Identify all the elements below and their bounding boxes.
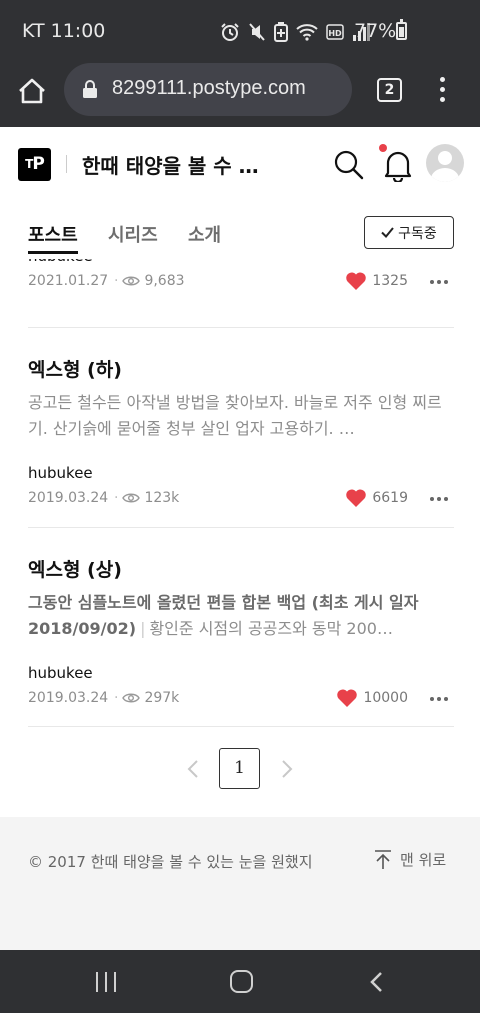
- post-date: 2019.03.24: [28, 690, 109, 706]
- status-time: KT 11:00: [22, 20, 106, 42]
- battery-icon: [396, 19, 407, 40]
- bell-icon[interactable]: [382, 148, 414, 182]
- home-icon[interactable]: [17, 77, 47, 105]
- tab-switcher-button[interactable]: 2: [377, 78, 402, 102]
- post-date: 2021.01.27: [28, 273, 109, 289]
- excerpt-text: 황인준 시점의 공공즈와 동막 200…: [149, 619, 393, 638]
- header-divider: [66, 155, 67, 173]
- mute-icon: [249, 23, 265, 41]
- copyright-text: © 2017 한때 태양을 볼 수 있는 눈을 원했지: [28, 853, 313, 871]
- address-bar[interactable]: 8299111.postype.com: [64, 63, 352, 116]
- post-views: · 123k: [114, 490, 180, 506]
- post-excerpt[interactable]: 그동안 심플노트에 올렸던 편들 합본 백업 (최초 게시 일자 2018/09…: [28, 590, 454, 642]
- url-text: 8299111.postype.com: [112, 77, 306, 99]
- post-author[interactable]: hubukee: [28, 664, 454, 682]
- back-to-top-button[interactable]: 맨 위로: [374, 849, 446, 870]
- post-date: 2019.03.24: [28, 490, 109, 506]
- post-views: · 9,683: [114, 273, 185, 289]
- post-title[interactable]: 엑스형 (상): [28, 555, 454, 582]
- postype-logo[interactable]: TP: [18, 148, 51, 181]
- footer: © 2017 한때 태양을 볼 수 있는 눈을 원했지 맨 위로: [0, 817, 480, 950]
- likes-value: 6619: [372, 490, 408, 506]
- tab-series[interactable]: 시리즈: [108, 221, 158, 247]
- post-divider: [28, 327, 454, 328]
- arrow-up-icon: [375, 849, 391, 869]
- alarm-icon: [221, 23, 239, 41]
- eye-icon: [122, 276, 141, 286]
- pagination: 1: [0, 748, 480, 790]
- like-count[interactable]: 6619: [345, 488, 408, 508]
- like-count[interactable]: 10000: [336, 688, 408, 708]
- logo-letter: P: [32, 154, 45, 174]
- heart-icon: [337, 689, 358, 707]
- hd-voice-icon: HD: [326, 24, 344, 40]
- more-options-icon[interactable]: [430, 271, 450, 291]
- post-item[interactable]: hubukee 2021.01.27 · 9,683 1325: [28, 259, 454, 293]
- wifi-icon: [296, 24, 318, 41]
- tab-posts[interactable]: 포스트: [28, 221, 78, 254]
- search-icon[interactable]: [334, 150, 364, 180]
- subscribe-label: 구독중: [398, 225, 437, 242]
- check-icon: [381, 227, 394, 238]
- subscribe-button[interactable]: 구독중: [364, 216, 454, 249]
- views-count: 297k: [144, 690, 180, 706]
- recent-apps-icon[interactable]: [96, 972, 118, 992]
- blog-tabs: 포스트 시리즈 소개 구독중: [0, 207, 480, 259]
- post-divider: [28, 726, 454, 727]
- page-number-current[interactable]: 1: [219, 748, 260, 789]
- post-meta: 2019.03.24 · 123k 6619: [28, 488, 454, 510]
- views-count: 9,683: [144, 273, 185, 289]
- system-nav-bar: [0, 950, 480, 1013]
- post-excerpt[interactable]: 공고든 철수든 아작낼 방법을 찾아보자. 바늘로 저주 인형 찌르기. 산기슭…: [28, 390, 454, 442]
- excerpt-separator: |: [140, 619, 146, 638]
- browser-chrome: KT 11:00 HD 77% 8299111.postype.com 2: [0, 0, 480, 127]
- home-button-icon[interactable]: [230, 970, 253, 993]
- post-author[interactable]: hubukee: [28, 464, 454, 482]
- post-item[interactable]: 엑스형 (상) 그동안 심플노트에 올렸던 편들 합본 백업 (최초 게시 일자…: [28, 555, 454, 710]
- status-bar: KT 11:00 HD 77%: [0, 0, 480, 62]
- chevron-right-icon[interactable]: [280, 759, 294, 779]
- post-author[interactable]: hubukee: [28, 259, 454, 265]
- post-title[interactable]: 엑스형 (하): [28, 355, 454, 382]
- back-to-top-label: 맨 위로: [400, 851, 447, 869]
- avatar[interactable]: [426, 144, 464, 182]
- battery-percent: 77%: [354, 20, 397, 42]
- more-options-icon[interactable]: [430, 488, 450, 508]
- battery-saver-icon: [274, 22, 288, 42]
- lock-icon: [83, 80, 97, 98]
- post-views: · 297k: [114, 690, 180, 706]
- heart-icon: [346, 489, 367, 507]
- views-count: 123k: [144, 490, 180, 506]
- likes-value: 10000: [363, 690, 408, 706]
- like-count[interactable]: 1325: [345, 271, 408, 291]
- blog-header: TP 한때 태양을 볼 수 …: [0, 127, 480, 207]
- heart-icon: [346, 272, 367, 290]
- likes-value: 1325: [372, 273, 408, 289]
- more-options-icon[interactable]: [430, 688, 450, 708]
- status-icons: HD: [220, 20, 370, 44]
- post-item[interactable]: 엑스형 (하) 공고든 철수든 아작낼 방법을 찾아보자. 바늘로 저주 인형 …: [28, 355, 454, 510]
- post-list: hubukee 2021.01.27 · 9,683 1325 엑스형 (하) …: [0, 259, 480, 817]
- tab-about[interactable]: 소개: [188, 221, 221, 247]
- eye-icon: [122, 493, 141, 503]
- post-meta: 2021.01.27 · 9,683 1325: [28, 271, 454, 293]
- blog-title[interactable]: 한때 태양을 볼 수 …: [82, 150, 259, 179]
- chevron-left-icon[interactable]: [186, 759, 200, 779]
- browser-menu-icon[interactable]: [434, 75, 450, 105]
- post-divider: [28, 527, 454, 528]
- post-meta: 2019.03.24 · 297k 10000: [28, 688, 454, 710]
- svg-text:HD: HD: [328, 29, 342, 38]
- back-icon[interactable]: [368, 971, 384, 993]
- eye-icon: [122, 693, 141, 703]
